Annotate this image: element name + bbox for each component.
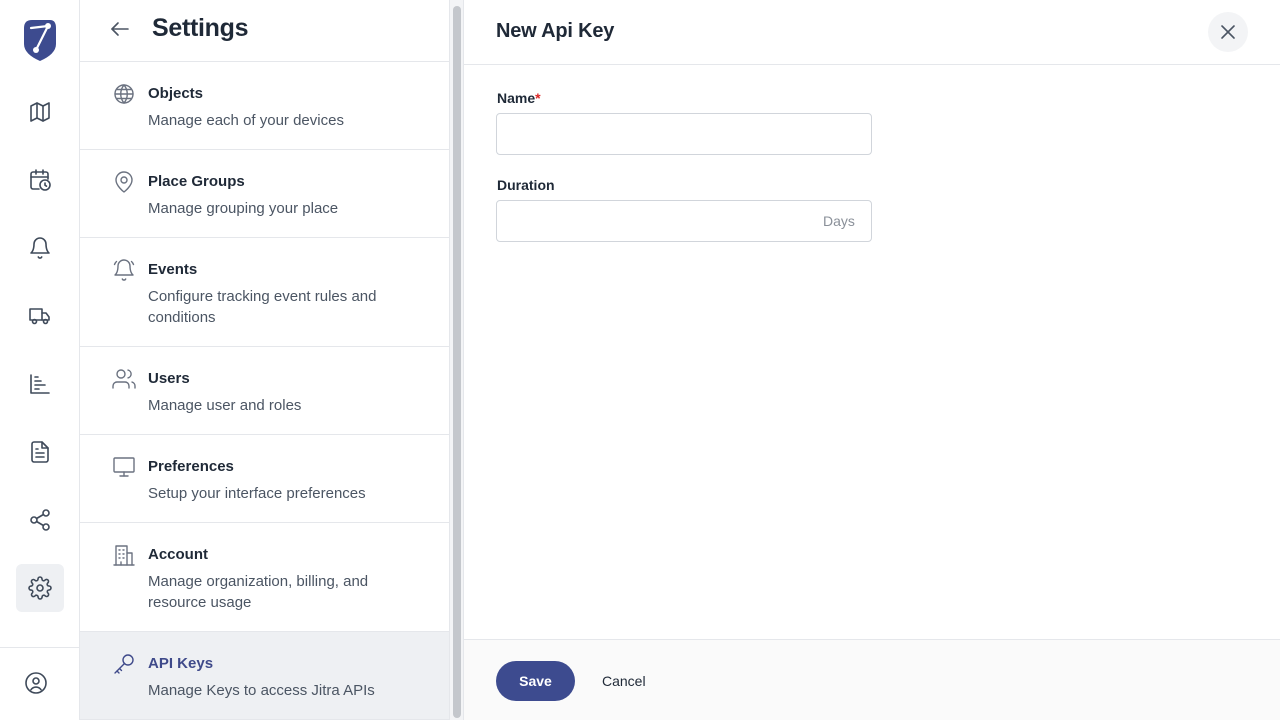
name-field[interactable] xyxy=(496,113,872,155)
icon-rail xyxy=(0,0,80,720)
form-title: New Api Key xyxy=(496,20,615,42)
map-pin-icon xyxy=(112,170,136,194)
truck-icon[interactable] xyxy=(16,292,64,340)
bell-icon xyxy=(112,258,136,282)
settings-item-desc: Setup your interface preferences xyxy=(148,485,366,502)
back-arrow-icon[interactable] xyxy=(108,17,132,41)
scrollbar-thumb[interactable] xyxy=(453,6,461,718)
settings-item-desc: Manage organization, billing, and resour… xyxy=(148,573,369,611)
settings-item-users[interactable]: Users Manage user and roles xyxy=(80,347,449,435)
settings-item-title: Preferences xyxy=(148,458,234,475)
key-icon xyxy=(112,652,136,676)
settings-item-title: Users xyxy=(148,370,190,387)
settings-title: Settings xyxy=(152,14,249,42)
api-key-form: New Api Key Name* Duration Days Save Can… xyxy=(464,0,1280,720)
form-footer: Save Cancel xyxy=(464,639,1280,720)
globe-icon xyxy=(112,82,136,106)
bell-icon[interactable] xyxy=(16,224,64,272)
map-icon[interactable] xyxy=(16,88,64,136)
required-mark: * xyxy=(535,90,541,106)
settings-item-desc: Configure tracking event rules and condi… xyxy=(148,288,377,326)
rail-divider xyxy=(0,647,79,648)
settings-item-events[interactable]: Events Configure tracking event rules an… xyxy=(80,238,449,347)
gear-icon[interactable] xyxy=(16,564,64,612)
settings-item-account[interactable]: Account Manage organization, billing, an… xyxy=(80,523,449,632)
settings-item-desc: Manage grouping your place xyxy=(148,200,339,217)
duration-label: Duration xyxy=(497,177,555,193)
settings-item-objects[interactable]: Objects Manage each of your devices xyxy=(80,62,449,150)
settings-item-title: Objects xyxy=(148,85,204,102)
close-button[interactable] xyxy=(1208,12,1248,52)
share-icon[interactable] xyxy=(16,496,64,544)
name-label-text: Name xyxy=(497,90,536,106)
settings-item-title: Account xyxy=(148,546,208,563)
calendar-clock-icon[interactable] xyxy=(16,156,64,204)
duration-field[interactable] xyxy=(496,200,872,242)
save-button[interactable]: Save xyxy=(496,661,575,701)
jitra-logo[interactable] xyxy=(22,18,58,62)
monitor-icon xyxy=(112,455,136,479)
settings-item-preferences[interactable]: Preferences Setup your interface prefere… xyxy=(80,435,449,523)
settings-header: Settings xyxy=(80,0,449,62)
settings-scrollbar[interactable] xyxy=(450,0,464,720)
settings-item-desc: Manage Keys to access Jitra APIs xyxy=(148,682,375,699)
settings-item-desc: Manage user and roles xyxy=(148,397,302,414)
settings-panel: Settings Objects Manage each of your dev… xyxy=(80,0,450,720)
duration-suffix: Days xyxy=(823,213,855,229)
settings-item-title: Place Groups xyxy=(148,173,245,190)
bar-chart-icon[interactable] xyxy=(16,360,64,408)
settings-item-title: Events xyxy=(148,261,198,278)
settings-item-api-keys[interactable]: API Keys Manage Keys to access Jitra API… xyxy=(80,632,449,720)
settings-item-place-groups[interactable]: Place Groups Manage grouping your place xyxy=(80,150,449,238)
close-icon xyxy=(1221,25,1235,39)
settings-item-title: API Keys xyxy=(148,655,214,672)
cancel-button[interactable]: Cancel xyxy=(592,661,656,701)
user-circle-icon[interactable] xyxy=(12,659,60,707)
users-icon xyxy=(112,367,136,391)
building-icon xyxy=(112,543,136,567)
form-header: New Api Key xyxy=(464,0,1280,65)
settings-item-desc: Manage each of your devices xyxy=(148,112,344,129)
document-icon[interactable] xyxy=(16,428,64,476)
name-label: Name* xyxy=(497,90,541,106)
